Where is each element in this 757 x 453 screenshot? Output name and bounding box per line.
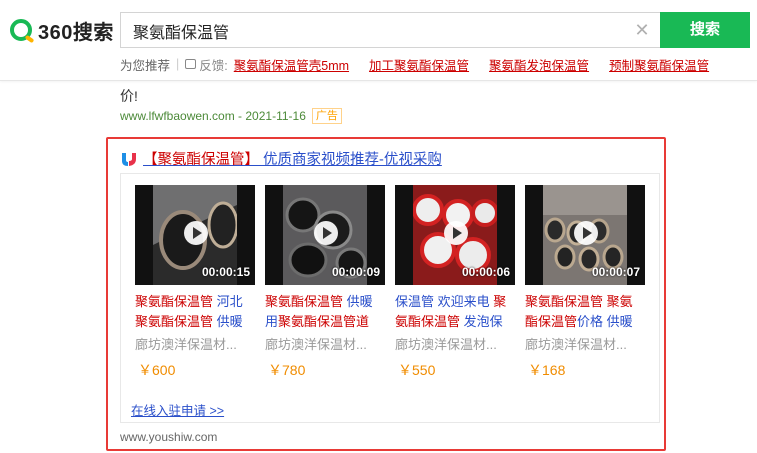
play-icon[interactable] (314, 221, 338, 245)
recommend-link[interactable]: 预制聚氨酯保温管 (609, 55, 709, 74)
search-box: ✕ (120, 12, 660, 49)
video-thumbnail[interactable]: 00:00:07 (525, 185, 645, 285)
ad-title-link[interactable]: 【聚氨酯保温管】 优质商家视频推荐-优视采购 (143, 148, 442, 169)
video-duration: 00:00:09 (331, 265, 380, 279)
logo[interactable]: 360搜索 (10, 15, 114, 45)
youshi-brand-icon (122, 152, 136, 166)
desc-keyword: 聚氨酯保温管 (135, 314, 214, 329)
recommend-link[interactable]: 加工聚氨酯保温管 (369, 55, 469, 74)
desc-keyword: 氨酯保温管 (395, 314, 461, 329)
shop-name: 廊坊澳洋保温材... (525, 337, 627, 352)
ad-title-keyword: 【聚氨酯保温管】 (143, 152, 259, 168)
shop-name: 廊坊澳洋保温材... (265, 337, 367, 352)
video-duration: 00:00:07 (591, 265, 640, 279)
recommend-label: 为您推荐 (120, 58, 171, 73)
recommend-link[interactable]: 聚氨酯发泡保温管 (489, 55, 589, 74)
video-description[interactable]: 聚氨酯保温管 河北 聚氨酯保温管 供暖 (135, 292, 256, 332)
video-description[interactable]: 聚氨酯保温管 聚氨 酯保温管价格 供暖 (525, 292, 646, 332)
ad-title-text: 优质商家视频推荐-优视采购 (259, 152, 442, 168)
ad-title[interactable]: 【聚氨酯保温管】 优质商家视频推荐-优视采购 (120, 148, 442, 169)
video-thumbnail[interactable]: 00:00:06 (395, 185, 515, 285)
desc-keyword: 酯保温管 (525, 314, 578, 329)
ad-url[interactable]: www.youshiw.com (120, 430, 217, 444)
recommend-link[interactable]: 聚氨酯保温管壳5mm (234, 55, 349, 74)
desc-text: 供暖 (343, 294, 373, 309)
price: ￥550 (398, 362, 436, 378)
video-card[interactable]: 00:00:15 聚氨酯保温管 河北 聚氨酯保温管 供暖 廊坊澳洋保温材... … (135, 185, 255, 380)
price: ￥168 (528, 362, 566, 378)
video-thumbnail[interactable]: 00:00:15 (135, 185, 255, 285)
result-snippet-tail: 价! (120, 88, 138, 104)
desc-text: 保温管 欢迎来电 (395, 294, 494, 309)
ad-badge: 广告 (311, 108, 342, 124)
desc-keyword: 聚 (493, 294, 507, 309)
desc-text: 供暖 (213, 314, 243, 329)
video-card[interactable]: 00:00:06 保温管 欢迎来电 聚 氨酯保温管 发泡保 廊坊澳洋保温材...… (395, 185, 515, 380)
price: ￥780 (268, 362, 306, 378)
shop-name: 廊坊澳洋保温材... (395, 337, 497, 352)
desc-text: 发泡保 (460, 314, 503, 329)
close-icon[interactable]: ✕ (634, 21, 650, 39)
apply-link[interactable]: 在线入驻申请 >> (131, 400, 224, 419)
shop-name: 廊坊澳洋保温材... (135, 337, 237, 352)
desc-text: 价格 供暖 (577, 314, 633, 329)
search-button[interactable]: 搜索 (660, 12, 750, 48)
video-card[interactable]: 00:00:09 聚氨酯保温管 供暖 用聚氨酯保温管道 廊坊澳洋保温材... ￥… (265, 185, 385, 380)
video-duration: 00:00:15 (201, 265, 250, 279)
search-input[interactable] (131, 13, 625, 49)
play-icon[interactable] (574, 221, 598, 245)
result-url: www.lfwfbaowen.com - 2021-11-16 广告 (120, 108, 342, 124)
play-icon[interactable] (184, 221, 208, 245)
desc-keyword: 聚氨酯保温管 (265, 294, 344, 309)
desc-keyword: 聚氨酯保温管道 (278, 314, 370, 329)
result-url-text[interactable]: www.lfwfbaowen.com - 2021-11-16 (120, 109, 306, 123)
play-icon[interactable] (444, 221, 468, 245)
search-header: 360搜索 ✕ 搜索 为您推荐 | 反馈: 聚氨酯保温管壳5mm 加工聚氨酯保温… (0, 0, 757, 81)
logo-text: 360搜索 (38, 21, 114, 44)
video-card[interactable]: 00:00:07 聚氨酯保温管 聚氨 酯保温管价格 供暖 廊坊澳洋保温材... … (525, 185, 645, 380)
video-description[interactable]: 聚氨酯保温管 供暖 用聚氨酯保温管道 (265, 292, 386, 332)
video-thumbnail[interactable]: 00:00:09 (265, 185, 385, 285)
divider: | (176, 57, 180, 71)
desc-text: 河北 (213, 294, 243, 309)
feedback-label[interactable]: 反馈: (199, 55, 227, 74)
logo-mark-icon (10, 19, 32, 41)
feedback-icon[interactable] (185, 59, 197, 69)
desc-keyword: 聚氨酯保温管 聚氨 (525, 294, 633, 309)
desc-text: 用 (265, 314, 279, 329)
video-duration: 00:00:06 (461, 265, 510, 279)
price: ￥600 (138, 362, 176, 378)
desc-keyword: 聚氨酯保温管 (135, 294, 214, 309)
video-description[interactable]: 保温管 欢迎来电 聚 氨酯保温管 发泡保 (395, 292, 516, 332)
recommend-row: 为您推荐 | 反馈: 聚氨酯保温管壳5mm 加工聚氨酯保温管 聚氨酯发泡保温管 … (120, 55, 729, 73)
